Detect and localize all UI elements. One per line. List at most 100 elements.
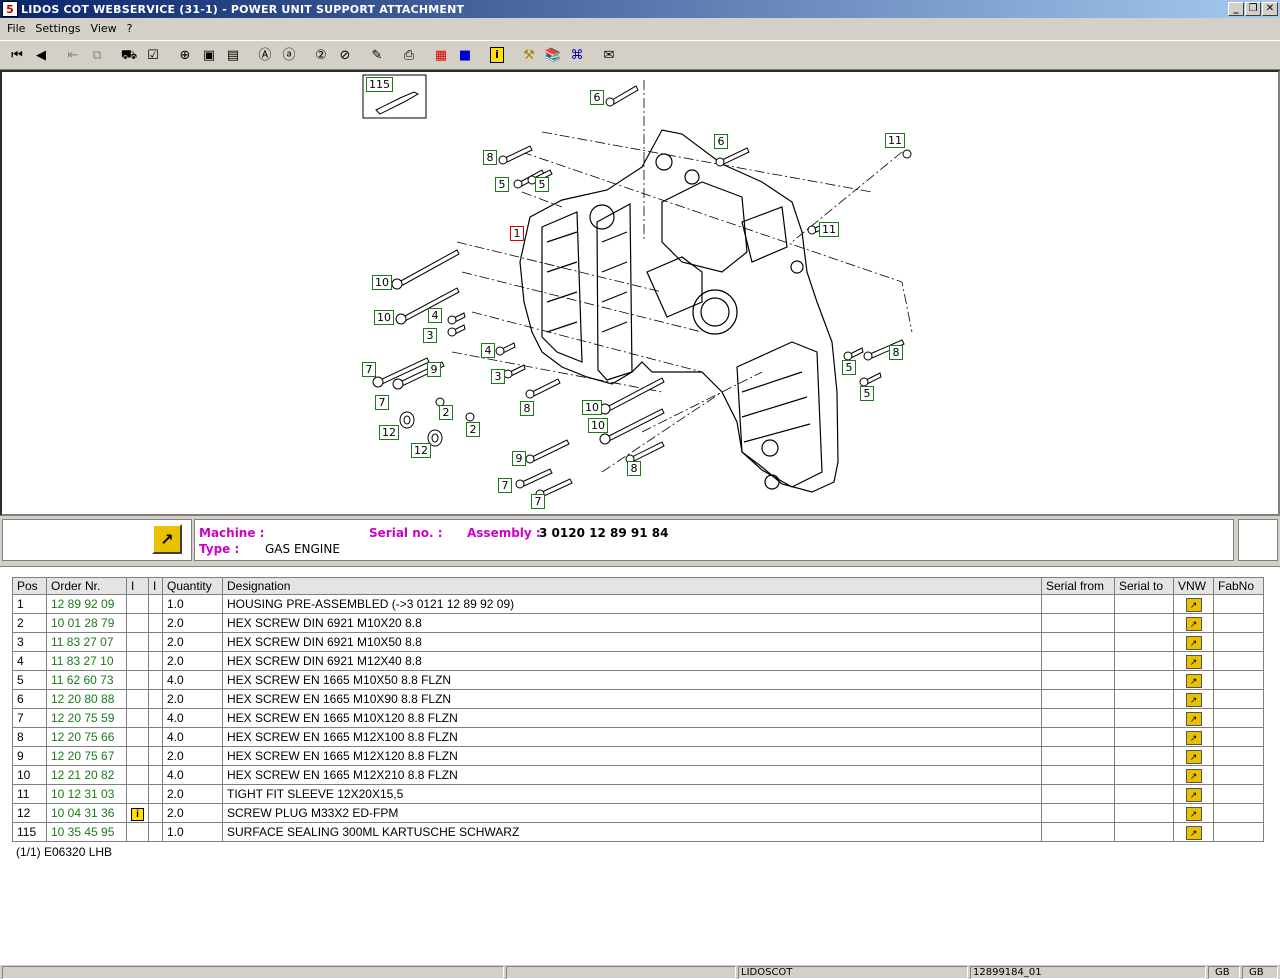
vnw-link-icon[interactable]: ↗ (1185, 654, 1202, 669)
col-quantity[interactable]: Quantity (162, 577, 223, 595)
help-search-icon[interactable]: ⊘ (334, 44, 356, 66)
col-info-1[interactable]: I (126, 577, 149, 595)
cell-order-nr[interactable]: 10 12 31 03 (46, 784, 127, 804)
first-page-icon[interactable]: ⏮ (6, 44, 28, 66)
vnw-link-icon[interactable]: ↗ (1185, 692, 1202, 707)
callout-6[interactable]: 6 (590, 90, 604, 105)
col-fabno[interactable]: FabNo (1213, 577, 1264, 595)
vnw-link-icon[interactable]: ↗ (1185, 635, 1202, 650)
callout-5[interactable]: 5 (842, 360, 856, 375)
callout-11[interactable]: 11 (819, 222, 839, 237)
minimize-button[interactable]: _ (1228, 2, 1244, 16)
page-icon[interactable]: ▤ (222, 44, 244, 66)
vnw-link-icon[interactable]: ↗ (1185, 749, 1202, 764)
page-fit-icon[interactable]: ▣ (198, 44, 220, 66)
callout-10[interactable]: 10 (588, 418, 608, 433)
col-designation[interactable]: Designation (222, 577, 1042, 595)
cell-order-nr[interactable]: 12 20 75 66 (46, 727, 127, 747)
menu-view[interactable]: View (86, 22, 122, 35)
callout-10[interactable]: 10 (582, 400, 602, 415)
copy-icon[interactable]: ⧉ (86, 44, 108, 66)
menu-settings[interactable]: Settings (30, 22, 85, 35)
annotate-icon[interactable]: Ⓐ (254, 44, 276, 66)
callout-4[interactable]: 4 (428, 308, 442, 323)
callout-7[interactable]: 7 (531, 494, 545, 509)
vnw-link-icon[interactable]: ↗ (1185, 768, 1202, 783)
table-row[interactable]: 7 12 20 75 59 4.0 HEX SCREW EN 1665 M10X120… (12, 708, 1264, 728)
table-row[interactable]: 9 12 20 75 67 2.0 HEX SCREW EN 1665 M12X120… (12, 746, 1264, 766)
grid-red-icon[interactable]: ▦ (430, 44, 452, 66)
vnw-link-icon[interactable]: ↗ (1185, 711, 1202, 726)
info-icon[interactable]: i (486, 44, 508, 66)
callout-4[interactable]: 4 (481, 343, 495, 358)
callout-12[interactable]: 12 (379, 425, 399, 440)
vnw-link-icon[interactable]: ↗ (1185, 730, 1202, 745)
help-2-icon[interactable]: ② (310, 44, 332, 66)
export-icon[interactable]: ⇤ (62, 44, 84, 66)
cell-order-nr[interactable]: 12 89 92 09 (46, 594, 127, 614)
callout-10[interactable]: 10 (372, 275, 392, 290)
cell-order-nr[interactable]: 11 83 27 10 (46, 651, 127, 671)
vnw-link-icon[interactable]: ↗ (1185, 787, 1202, 802)
exploded-view-drawing[interactable]: 115 6 6 11 8 5 5 1 11 10 10 4 3 4 8 5 7 … (0, 70, 1280, 516)
table-row[interactable]: 1 12 89 92 09 1.0 HOUSING PRE-ASSEMBLED (->… (12, 594, 1264, 614)
cell-order-nr[interactable]: 12 20 75 59 (46, 708, 127, 728)
col-serial-to[interactable]: Serial to (1114, 577, 1174, 595)
callout-7[interactable]: 7 (375, 395, 389, 410)
callout-5[interactable]: 5 (535, 177, 549, 192)
cell-order-nr[interactable]: 12 20 75 67 (46, 746, 127, 766)
callout-3[interactable]: 3 (423, 328, 437, 343)
callout-1[interactable]: 1 (510, 226, 524, 241)
callout-7[interactable]: 7 (362, 362, 376, 377)
callout-10[interactable]: 10 (374, 310, 394, 325)
cell-order-nr[interactable]: 12 20 80 88 (46, 689, 127, 709)
table-row[interactable]: 6 12 20 80 88 2.0 HEX SCREW EN 1665 M10X90 … (12, 689, 1264, 709)
info-icon[interactable]: i (131, 807, 144, 821)
vnw-link-icon[interactable]: ↗ (1185, 673, 1202, 688)
col-pos[interactable]: Pos (12, 577, 47, 595)
table-row[interactable]: 11 10 12 31 03 2.0 TIGHT FIT SLEEVE 12X20X1… (12, 784, 1264, 804)
cell-order-nr[interactable]: 11 62 60 73 (46, 670, 127, 690)
col-info-2[interactable]: I (148, 577, 163, 595)
callout-9[interactable]: 9 (427, 362, 441, 377)
callout-5[interactable]: 5 (495, 177, 509, 192)
table-row[interactable]: 8 12 20 75 66 4.0 HEX SCREW EN 1665 M12X100… (12, 727, 1264, 747)
cell-order-nr[interactable]: 12 21 20 82 (46, 765, 127, 785)
callout-8[interactable]: 8 (889, 345, 903, 360)
callout-3[interactable]: 3 (491, 369, 505, 384)
table-row[interactable]: 115 10 35 45 95 1.0 SURFACE SEALING 300ML K… (12, 822, 1264, 842)
callout-9[interactable]: 9 (512, 451, 526, 466)
cell-order-nr[interactable]: 10 01 28 79 (46, 613, 127, 633)
table-row[interactable]: 3 11 83 27 07 2.0 HEX SCREW DIN 6921 M10X50… (12, 632, 1264, 652)
callout-8[interactable]: 8 (520, 401, 534, 416)
table-row[interactable]: 5 11 62 60 73 4.0 HEX SCREW EN 1665 M10X50 … (12, 670, 1264, 690)
lidos-icon[interactable]: ⌘ (566, 44, 588, 66)
table-row[interactable]: 4 11 83 27 10 2.0 HEX SCREW DIN 6921 M12X40… (12, 651, 1264, 671)
callout-5[interactable]: 5 (860, 386, 874, 401)
callout-8[interactable]: 8 (483, 150, 497, 165)
edit-icon[interactable]: ✎ (366, 44, 388, 66)
cell-order-nr[interactable]: 10 35 45 95 (46, 822, 127, 842)
grid-blue-icon[interactable]: ■ (454, 44, 476, 66)
table-row[interactable]: 10 12 21 20 82 4.0 HEX SCREW EN 1665 M12X21… (12, 765, 1264, 785)
table-row[interactable]: 12 10 04 31 36 i 2.0 SCREW PLUG M33X2 ED-FPM… (12, 803, 1264, 823)
cell-order-nr[interactable]: 11 83 27 07 (46, 632, 127, 652)
zoom-in-icon[interactable]: ⊕ (174, 44, 196, 66)
checklist-icon[interactable]: ☑ (142, 44, 164, 66)
callout-11[interactable]: 11 (885, 133, 905, 148)
inset-115-label[interactable]: 115 (366, 77, 393, 92)
cart-icon[interactable]: ⛟ (118, 44, 140, 66)
menu-file[interactable]: File (2, 22, 30, 35)
callout-6[interactable]: 6 (714, 134, 728, 149)
vnw-link-icon[interactable]: ↗ (1185, 806, 1202, 821)
tools-icon[interactable]: ⚒ (518, 44, 540, 66)
col-order-nr[interactable]: Order Nr. (46, 577, 127, 595)
callout-7[interactable]: 7 (498, 478, 512, 493)
table-row[interactable]: 2 10 01 28 79 2.0 HEX SCREW DIN 6921 M10X20… (12, 613, 1264, 633)
books-icon[interactable]: 📚 (542, 44, 564, 66)
menu-help[interactable]: ? (122, 22, 138, 35)
col-vnw[interactable]: VNW (1173, 577, 1214, 595)
restore-button[interactable]: ❐ (1245, 2, 1261, 16)
print-icon[interactable]: ⎙ (398, 44, 420, 66)
mail-icon[interactable]: ✉ (598, 44, 620, 66)
